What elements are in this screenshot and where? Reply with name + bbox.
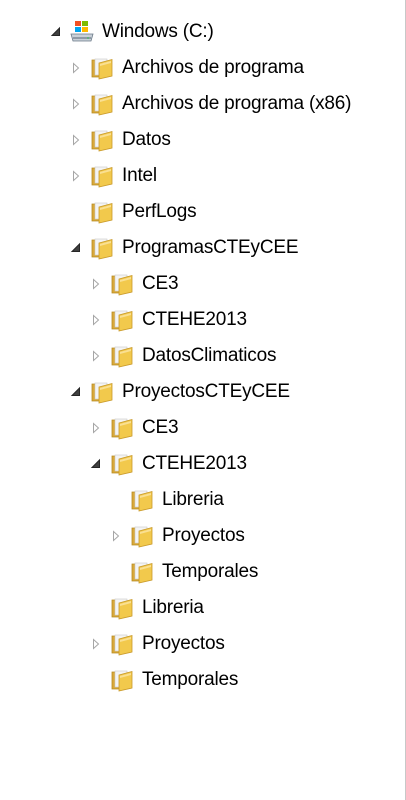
tree-item-label: Temporales — [162, 561, 259, 582]
expand-arrow-icon[interactable] — [68, 168, 84, 184]
folder-icon — [110, 596, 134, 620]
tree-item-programas-ctehe2013[interactable]: CTEHE2013 — [0, 302, 405, 338]
expand-arrow-icon[interactable] — [88, 420, 104, 436]
tree-item-label: Intel — [122, 165, 157, 186]
folder-icon — [110, 344, 134, 368]
tree-item-label: Libreria — [162, 489, 224, 510]
tree-item-label: PerfLogs — [122, 201, 197, 222]
expander-placeholder — [68, 204, 84, 220]
expand-arrow-icon[interactable] — [88, 636, 104, 652]
expand-arrow-icon[interactable] — [68, 132, 84, 148]
folder-icon — [110, 668, 134, 692]
folder-icon — [90, 380, 114, 404]
tree-item-label: Libreria — [142, 597, 204, 618]
folder-icon — [90, 200, 114, 224]
expand-arrow-icon[interactable] — [68, 60, 84, 76]
tree-item-label: CTEHE2013 — [142, 309, 247, 330]
tree-item-label: ProyectosCTEyCEE — [122, 381, 290, 402]
tree-item-label: CE3 — [142, 417, 179, 438]
tree-item-intel[interactable]: Intel — [0, 158, 405, 194]
drive-icon — [70, 20, 94, 44]
tree-item-label: DatosClimaticos — [142, 345, 277, 366]
tree-item-label: Windows (C:) — [102, 21, 214, 42]
folder-icon — [130, 488, 154, 512]
tree-item-label: Temporales — [142, 669, 239, 690]
expand-arrow-icon[interactable] — [68, 96, 84, 112]
tree-item-proyectoscteycee[interactable]: ProyectosCTEyCEE — [0, 374, 405, 410]
tree-item-label: ProgramasCTEyCEE — [122, 237, 299, 258]
expander-placeholder — [108, 564, 124, 580]
tree-item-label: CTEHE2013 — [142, 453, 247, 474]
tree-item-proyectos[interactable]: Proyectos — [0, 626, 405, 662]
folder-icon — [110, 416, 134, 440]
folder-icon — [110, 632, 134, 656]
folder-icon — [90, 128, 114, 152]
tree-item-label: Proyectos — [142, 633, 225, 654]
tree-item-ctehe2013-proyectos[interactable]: Proyectos — [0, 518, 405, 554]
tree-item-proyectos-ctehe2013[interactable]: CTEHE2013 — [0, 446, 405, 482]
folder-icon — [130, 524, 154, 548]
tree-item-proyectos-ce3[interactable]: CE3 — [0, 410, 405, 446]
tree-item-label: Proyectos — [162, 525, 245, 546]
tree-item-perflogs[interactable]: PerfLogs — [0, 194, 405, 230]
collapse-arrow-icon[interactable] — [68, 384, 84, 400]
folder-icon — [110, 272, 134, 296]
collapse-arrow-icon[interactable] — [48, 24, 64, 40]
expander-placeholder — [108, 492, 124, 508]
folder-icon — [90, 236, 114, 260]
tree-item-label: CE3 — [142, 273, 179, 294]
expander-placeholder — [88, 672, 104, 688]
tree-item-libreria[interactable]: Libreria — [0, 590, 405, 626]
tree-item-label: Datos — [122, 129, 171, 150]
collapse-arrow-icon[interactable] — [68, 240, 84, 256]
folder-icon — [90, 164, 114, 188]
expander-placeholder — [88, 600, 104, 616]
tree-item-ctehe2013-temporales[interactable]: Temporales — [0, 554, 405, 590]
tree-item-windows-c[interactable]: Windows (C:) — [0, 14, 405, 50]
expand-arrow-icon[interactable] — [88, 276, 104, 292]
expand-arrow-icon[interactable] — [108, 528, 124, 544]
tree-item-datos[interactable]: Datos — [0, 122, 405, 158]
expand-arrow-icon[interactable] — [88, 348, 104, 364]
tree-item-label: Archivos de programa — [122, 57, 304, 78]
tree-item-label: Archivos de programa (x86) — [122, 93, 352, 114]
folder-icon — [90, 92, 114, 116]
tree-item-programascteycee[interactable]: ProgramasCTEyCEE — [0, 230, 405, 266]
folder-icon — [90, 56, 114, 80]
folder-tree: Windows (C:) Archivos de programa Archivos… — [0, 0, 406, 800]
tree-item-ctehe2013-libreria[interactable]: Libreria — [0, 482, 405, 518]
tree-item-archivos-de-programa-x86[interactable]: Archivos de programa (x86) — [0, 86, 405, 122]
folder-icon — [130, 560, 154, 584]
folder-icon — [110, 452, 134, 476]
collapse-arrow-icon[interactable] — [88, 456, 104, 472]
folder-icon — [110, 308, 134, 332]
tree-item-archivos-de-programa[interactable]: Archivos de programa — [0, 50, 405, 86]
tree-item-datosclimaticos[interactable]: DatosClimaticos — [0, 338, 405, 374]
tree-item-programas-ce3[interactable]: CE3 — [0, 266, 405, 302]
expand-arrow-icon[interactable] — [88, 312, 104, 328]
tree-item-temporales[interactable]: Temporales — [0, 662, 405, 698]
